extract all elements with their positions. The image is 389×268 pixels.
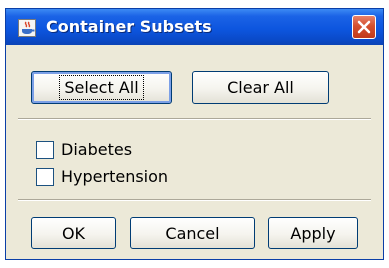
clear-all-label: Clear All xyxy=(227,78,294,97)
title-bar[interactable]: Container Subsets xyxy=(6,9,383,45)
dialog-window: Container Subsets Select All Clear All D… xyxy=(5,8,384,260)
apply-button[interactable]: Apply xyxy=(268,217,358,249)
hypertension-checkbox[interactable] xyxy=(36,167,54,186)
apply-label: Apply xyxy=(290,223,336,243)
subset-row-diabetes[interactable]: Diabetes xyxy=(36,140,132,159)
cancel-button[interactable]: Cancel xyxy=(130,217,255,249)
diabetes-checkbox[interactable] xyxy=(36,140,54,159)
java-cup-icon xyxy=(18,19,36,37)
diabetes-label: Diabetes xyxy=(61,140,133,159)
hypertension-label: Hypertension xyxy=(61,167,169,186)
cancel-label: Cancel xyxy=(165,223,220,243)
ok-button[interactable]: OK xyxy=(31,217,116,249)
clear-all-button[interactable]: Clear All xyxy=(192,71,329,104)
close-button[interactable] xyxy=(352,15,376,39)
select-all-button[interactable]: Select All xyxy=(31,71,172,104)
close-icon xyxy=(357,20,371,34)
subset-row-hypertension[interactable]: Hypertension xyxy=(36,167,168,186)
window-title: Container Subsets xyxy=(46,17,212,36)
top-divider xyxy=(18,118,371,120)
select-all-label: Select All xyxy=(59,75,144,100)
bottom-divider xyxy=(18,199,371,201)
ok-label: OK xyxy=(61,223,86,243)
